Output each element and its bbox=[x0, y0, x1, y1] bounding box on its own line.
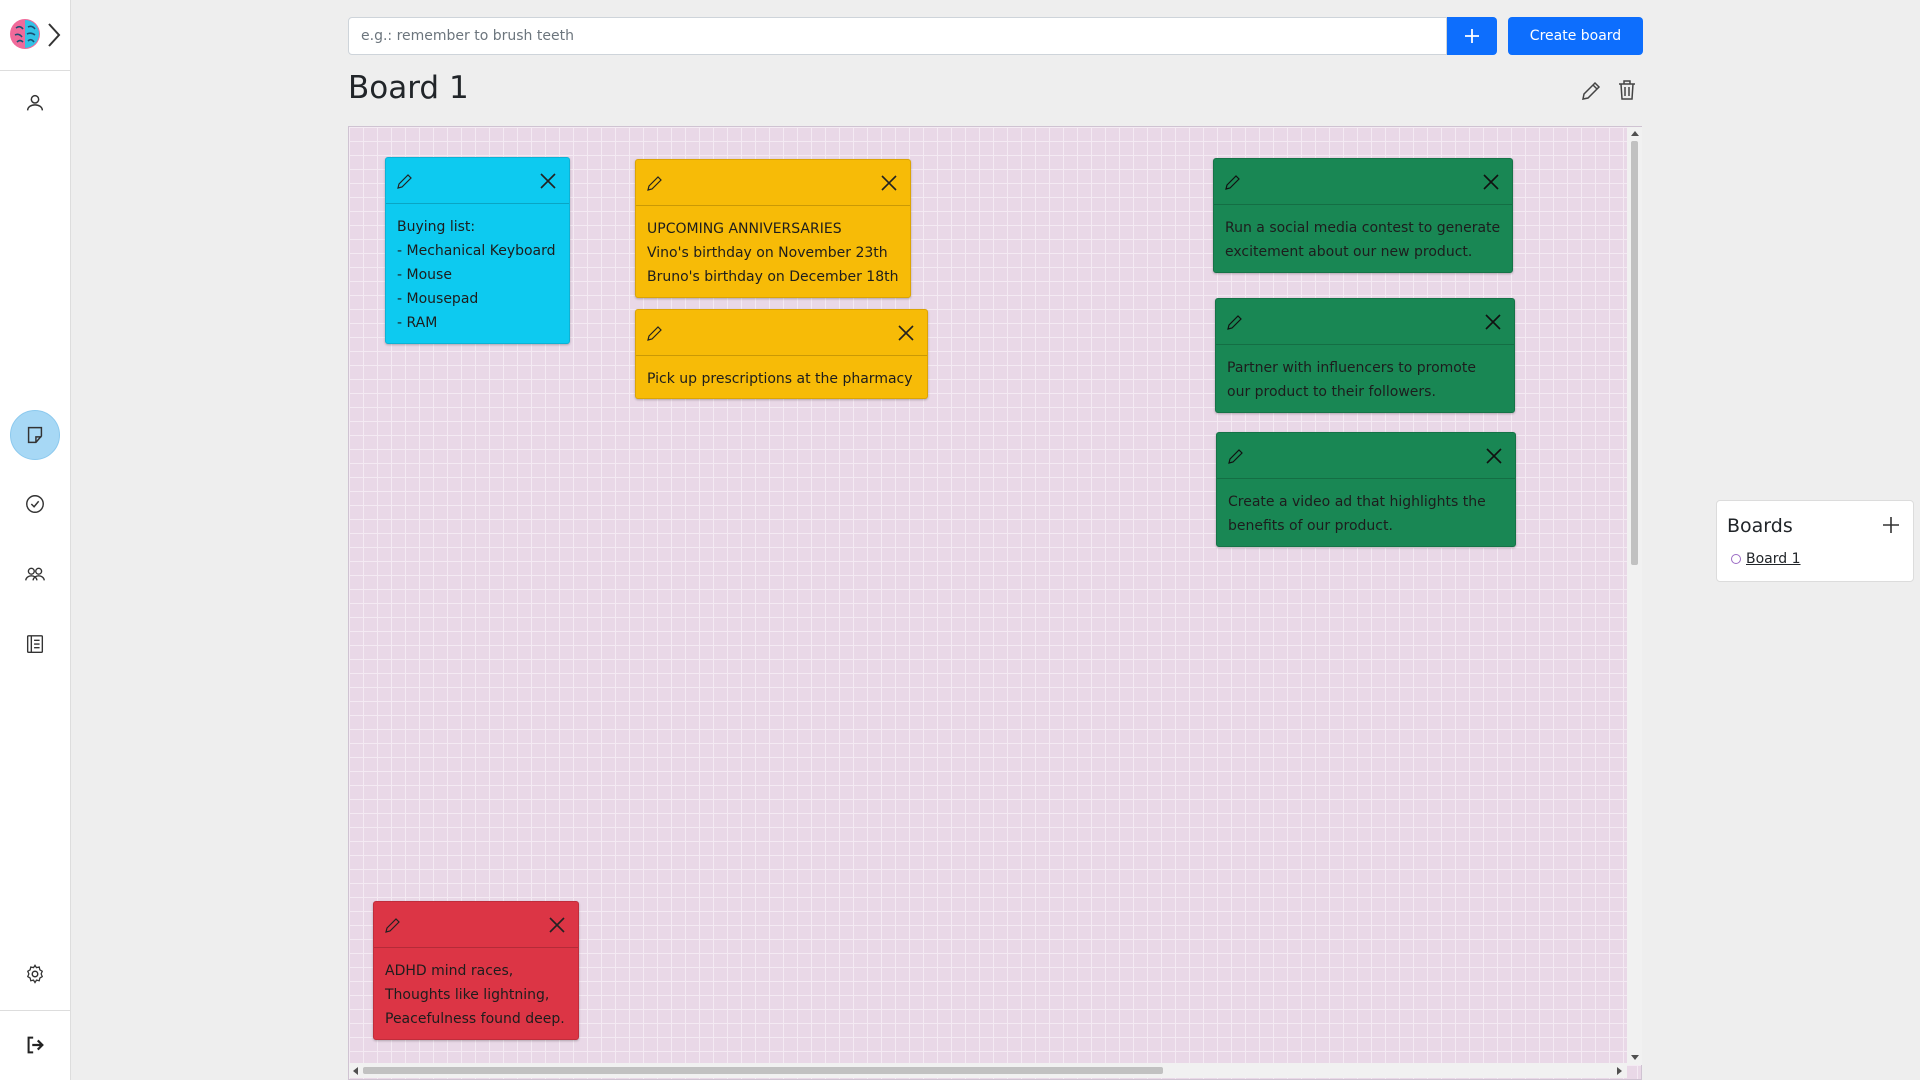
horizontal-scroll-thumb[interactable] bbox=[363, 1067, 1163, 1074]
vertical-scrollbar[interactable] bbox=[1627, 127, 1642, 1065]
pencil-icon[interactable] bbox=[1227, 447, 1245, 465]
check-circle-icon[interactable] bbox=[10, 479, 60, 529]
note-text[interactable]: Create a video ad that highlights the be… bbox=[1217, 479, 1515, 546]
note-header bbox=[636, 160, 910, 206]
note-text[interactable]: Run a social media contest to generate e… bbox=[1214, 205, 1512, 272]
add-note-button[interactable] bbox=[1447, 17, 1497, 55]
pencil-icon[interactable] bbox=[396, 172, 414, 190]
close-icon[interactable] bbox=[897, 324, 915, 342]
note-text[interactable]: Buying list: - Mechanical Keyboard - Mou… bbox=[386, 204, 569, 343]
scroll-up-icon[interactable] bbox=[1631, 131, 1639, 136]
logout-icon[interactable] bbox=[10, 1020, 60, 1070]
close-icon[interactable] bbox=[880, 174, 898, 192]
note-header bbox=[1216, 299, 1514, 345]
close-icon[interactable] bbox=[539, 172, 557, 190]
pencil-icon[interactable] bbox=[1224, 173, 1242, 191]
note-text[interactable]: Partner with influencers to promote our … bbox=[1216, 345, 1514, 412]
board-title: Board 1 bbox=[348, 70, 469, 106]
close-icon[interactable] bbox=[1484, 313, 1502, 331]
close-icon[interactable] bbox=[1482, 173, 1500, 191]
pencil-icon[interactable] bbox=[1579, 79, 1603, 103]
note-header bbox=[1214, 159, 1512, 205]
sticky-note[interactable]: Create a video ad that highlights the be… bbox=[1216, 432, 1516, 547]
sidebar-divider bbox=[0, 70, 71, 71]
brain-logo-icon[interactable] bbox=[8, 14, 42, 54]
pencil-icon[interactable] bbox=[384, 916, 402, 934]
pencil-icon[interactable] bbox=[646, 324, 664, 342]
sticky-note[interactable]: Run a social media contest to generate e… bbox=[1213, 158, 1513, 273]
people-icon[interactable] bbox=[10, 549, 60, 599]
note-header bbox=[636, 310, 927, 356]
sticky-note-icon[interactable] bbox=[10, 410, 60, 460]
note-text[interactable]: ADHD mind races, Thoughts like lightning… bbox=[374, 948, 578, 1039]
task-input[interactable] bbox=[348, 17, 1447, 55]
note-header bbox=[1217, 433, 1515, 479]
pencil-icon[interactable] bbox=[1226, 313, 1244, 331]
sidebar-divider bbox=[0, 1010, 71, 1011]
scroll-right-icon[interactable] bbox=[1617, 1067, 1622, 1075]
boards-list-item[interactable]: Board 1 bbox=[1731, 551, 1801, 567]
trash-icon[interactable] bbox=[1616, 78, 1638, 102]
close-icon[interactable] bbox=[1485, 447, 1503, 465]
gear-icon[interactable] bbox=[10, 949, 60, 999]
scroll-left-icon[interactable] bbox=[353, 1067, 358, 1075]
create-board-button[interactable]: Create board bbox=[1508, 17, 1643, 55]
sticky-note[interactable]: UPCOMING ANNIVERSARIES Vino's birthday o… bbox=[635, 159, 911, 298]
sidebar bbox=[0, 0, 71, 1080]
note-header bbox=[386, 158, 569, 204]
sticky-note[interactable]: Buying list: - Mechanical Keyboard - Mou… bbox=[385, 157, 570, 344]
sticky-note[interactable]: Partner with influencers to promote our … bbox=[1215, 298, 1515, 413]
boards-panel-title: Boards bbox=[1727, 515, 1793, 537]
user-icon[interactable] bbox=[10, 78, 60, 128]
chevron-right-icon[interactable] bbox=[44, 20, 64, 50]
boards-panel: Boards Board 1 bbox=[1716, 500, 1914, 582]
note-text[interactable]: Pick up prescriptions at the pharmacy bbox=[636, 356, 927, 399]
note-text[interactable]: UPCOMING ANNIVERSARIES Vino's birthday o… bbox=[636, 206, 910, 297]
scroll-down-icon[interactable] bbox=[1631, 1055, 1639, 1060]
list-icon[interactable] bbox=[10, 619, 60, 669]
close-icon[interactable] bbox=[548, 916, 566, 934]
add-board-icon[interactable] bbox=[1881, 515, 1901, 535]
vertical-scroll-thumb[interactable] bbox=[1631, 141, 1638, 565]
horizontal-scrollbar[interactable] bbox=[349, 1063, 1627, 1078]
note-header bbox=[374, 902, 578, 948]
board-link[interactable]: Board 1 bbox=[1746, 551, 1801, 567]
sticky-note[interactable]: ADHD mind races, Thoughts like lightning… bbox=[373, 901, 579, 1040]
sticky-note[interactable]: Pick up prescriptions at the pharmacy bbox=[635, 309, 928, 399]
pencil-icon[interactable] bbox=[646, 174, 664, 192]
plus-icon bbox=[1465, 29, 1479, 43]
board-dot-icon bbox=[1731, 554, 1741, 564]
